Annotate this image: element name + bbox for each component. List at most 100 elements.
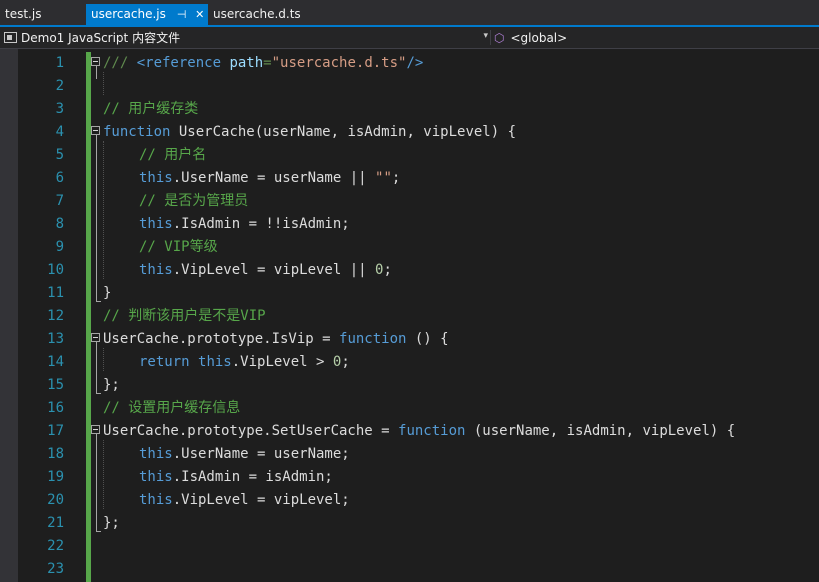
code-text: UserCache.prototype.SetUserCache = funct… [103,420,735,443]
code-line: 23 [0,558,819,581]
code-line: 3 // 用户缓存类 [0,98,819,121]
code-token: ; [383,262,392,278]
code-comment: // 是否为管理员 [139,193,249,209]
line-number: 5 [55,147,64,163]
line-number: 20 [47,492,64,508]
chevron-down-icon[interactable]: ▾ [483,31,488,41]
code-line: 20 this.VipLevel = vipLevel; [0,489,819,512]
project-icon [4,32,17,43]
code-token: .VipLevel > [231,354,333,370]
code-editor[interactable]: 1 /// <reference path="usercache.d.ts"/>… [0,49,819,582]
code-keyword: function [339,331,407,347]
code-token: UserCache(userName, isAdmin, vipLevel) { [170,124,517,140]
code-line: 14 return this.VipLevel > 0; [0,351,819,374]
collapse-icon[interactable] [91,425,100,434]
line-number: 15 [47,377,64,393]
close-icon[interactable]: ✕ [194,4,206,25]
code-keyword: this [198,354,232,370]
code-token: .VipLevel = vipLevel || [172,262,376,278]
code-token: <reference [136,55,222,71]
code-token: "usercache.d.ts" [271,55,407,71]
code-line: 4 function UserCache(userName, isAdmin, … [0,121,819,144]
code-comment: // 判断该用户是不是VIP [103,308,266,324]
collapse-icon[interactable] [91,333,100,342]
line-number: 21 [47,515,64,531]
line-number: 8 [55,216,64,232]
scope-dropdown[interactable]: ⬡ <global> [494,27,816,48]
code-keyword: return [139,354,190,370]
line-number: 4 [55,124,64,140]
collapse-icon[interactable] [91,126,100,135]
code-text: this.VipLevel = vipLevel; [139,489,350,512]
line-number: 1 [55,55,64,71]
line-number: 2 [55,78,64,94]
code-line: 9 // VIP等级 [0,236,819,259]
code-line: 22 [0,535,819,558]
code-line: 15 }; [0,374,819,397]
code-text: this.IsAdmin = isAdmin; [139,466,333,489]
tab-test-js[interactable]: test.js [0,4,46,25]
code-comment: // VIP等级 [139,239,218,255]
navbar-divider [490,30,491,45]
collapse-icon[interactable] [91,57,100,66]
code-text: /// <reference path="usercache.d.ts"/> [103,52,423,75]
code-text: }; [103,515,120,531]
code-token: ; [391,170,401,186]
line-number: 18 [47,446,64,462]
code-token: (userName, isAdmin, vipLevel) { [465,423,736,439]
code-line: 19 this.IsAdmin = isAdmin; [0,466,819,489]
code-line: 10 this.VipLevel = vipLevel || 0; [0,259,819,282]
code-comment: // 用户名 [139,147,207,163]
code-line: 11 } [0,282,819,305]
code-token: path [221,55,264,71]
code-token: ; [341,354,350,370]
code-line: 6 this.UserName = userName || ""; [0,167,819,190]
tab-label: usercache.js [91,7,166,21]
tab-usercache-d-ts[interactable]: usercache.d.ts [208,4,306,25]
tab-usercache-js[interactable]: usercache.js ⊣ ✕ [86,4,208,25]
code-line: 12 // 判断该用户是不是VIP [0,305,819,328]
line-number: 12 [47,308,64,324]
code-keyword: this [139,469,173,485]
code-token: = [263,55,272,71]
code-keyword: this [139,492,173,508]
tab-label: usercache.d.ts [213,7,301,21]
line-number: 19 [47,469,64,485]
line-number: 9 [55,239,64,255]
line-number: 11 [47,285,64,301]
line-number: 3 [55,101,64,117]
code-keyword: this [139,216,173,232]
line-number: 14 [47,354,64,370]
code-text: return this.VipLevel > 0; [139,351,350,374]
code-line: 13 UserCache.prototype.IsVip = function … [0,328,819,351]
code-text: this.UserName = userName; [139,443,350,466]
code-token: UserCache.prototype.IsVip = [103,331,340,347]
line-number: 23 [47,561,64,577]
line-number: 6 [55,170,64,186]
project-dropdown[interactable]: Demo1 JavaScript 内容文件 ▾ [4,27,488,48]
line-number: 22 [47,538,64,554]
code-line: 16 // 设置用户缓存信息 [0,397,819,420]
code-line: 5 // 用户名 [0,144,819,167]
code-keyword: this [139,446,173,462]
code-line: 17 UserCache.prototype.SetUserCache = fu… [0,420,819,443]
code-text: }; [103,377,120,393]
code-line: 8 this.IsAdmin = !!isAdmin; [0,213,819,236]
navigation-bar: Demo1 JavaScript 内容文件 ▾ ⬡ <global> [0,27,819,49]
code-text: UserCache.prototype.IsVip = function () … [103,328,449,351]
tab-label: test.js [5,7,42,21]
line-number: 17 [47,423,64,439]
code-keyword: this [139,262,173,278]
code-comment: // 设置用户缓存信息 [103,400,241,416]
code-keyword: function [398,423,466,439]
code-token: /> [406,55,424,71]
scope-label: <global> [510,30,568,45]
code-comment: // 用户缓存类 [103,101,199,117]
line-number: 7 [55,193,64,209]
code-line: 2 [0,75,819,98]
code-token: .UserName = userName; [172,446,350,462]
document-tab-strip: test.js usercache.js ⊣ ✕ usercache.d.ts [0,0,819,27]
code-keyword: this [139,170,173,186]
pin-icon[interactable]: ⊣ [176,4,188,25]
code-text: function UserCache(userName, isAdmin, vi… [103,121,516,144]
